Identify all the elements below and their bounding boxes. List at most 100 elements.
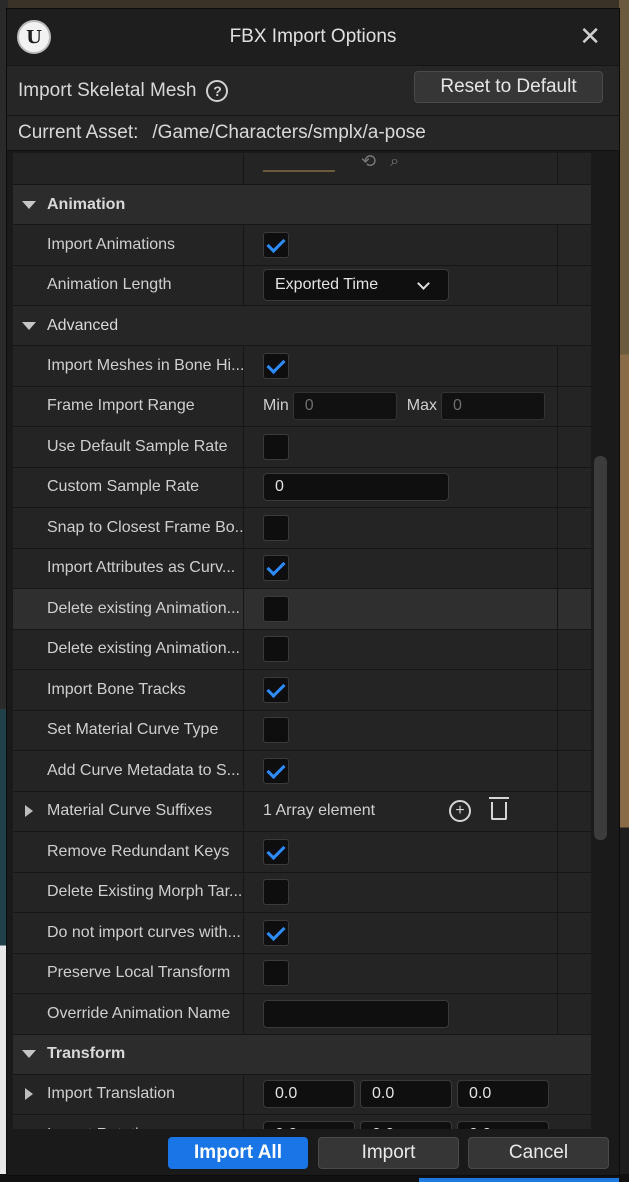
collapse-arrow-icon bbox=[22, 1050, 36, 1058]
unreal-logo-icon: U bbox=[17, 20, 51, 54]
help-icon[interactable]: ? bbox=[206, 79, 229, 102]
title-bar[interactable]: U FBX Import Options ✕ bbox=[7, 9, 619, 65]
delete-existing-morph-checkbox[interactable] bbox=[263, 879, 289, 906]
rotation-x-input[interactable]: 0.0 bbox=[263, 1120, 355, 1129]
override-animation-name-input[interactable] bbox=[263, 999, 449, 1028]
current-asset-path: /Game/Characters/smplx/a-pose bbox=[152, 122, 426, 143]
property-label: Import Animations bbox=[13, 225, 244, 265]
details-panel: ⟲ ⌕ Animation Import Animations Animatio… bbox=[13, 153, 591, 1129]
expand-arrow-icon[interactable] bbox=[25, 805, 33, 818]
reset-to-default-button[interactable]: Reset to Default bbox=[414, 71, 603, 103]
min-frame-input[interactable]: 0 bbox=[292, 392, 397, 421]
property-label: Remove Redundant Keys bbox=[13, 832, 244, 872]
row-custom-sample-rate: Custom Sample Rate 0 bbox=[13, 467, 591, 508]
dialog-footer: Import All Import Cancel bbox=[7, 1129, 619, 1175]
window-title: FBX Import Options bbox=[229, 26, 397, 47]
category-label: Advanced bbox=[47, 316, 119, 334]
row-do-not-import-curves: Do not import curves with... bbox=[13, 913, 591, 954]
row-import-meshes-bone-hierarchy: Import Meshes in Bone Hi... bbox=[13, 346, 591, 387]
property-label: Set Material Curve Type bbox=[13, 710, 244, 750]
property-label: Frame Import Range bbox=[13, 386, 244, 426]
rotation-y-input[interactable]: 0.0 bbox=[360, 1120, 452, 1129]
row-add-curve-metadata: Add Curve Metadata to S... bbox=[13, 751, 591, 792]
collapse-arrow-icon bbox=[22, 200, 36, 209]
property-label: Do not import curves with... bbox=[13, 913, 244, 953]
property-label: Preserve Local Transform bbox=[13, 953, 244, 993]
animation-length-dropdown[interactable]: Exported Time bbox=[263, 269, 449, 302]
row-delete-existing-morph: Delete Existing Morph Tar... bbox=[13, 872, 591, 913]
row-preserve-local-transform: Preserve Local Transform bbox=[13, 953, 591, 994]
row-frame-import-range: Frame Import Range Min 0 Max 0 bbox=[13, 386, 591, 427]
category-animation[interactable]: Animation bbox=[13, 185, 591, 225]
property-label: Import Translation bbox=[13, 1074, 244, 1114]
row-set-material-curve-type: Set Material Curve Type bbox=[13, 710, 591, 751]
row-delete-existing-animation-1: Delete existing Animation... bbox=[13, 589, 591, 630]
translation-z-input[interactable]: 0.0 bbox=[457, 1080, 549, 1109]
trash-icon[interactable] bbox=[489, 797, 510, 821]
browse-icon[interactable]: ⌕ bbox=[390, 153, 399, 171]
background-right bbox=[619, 0, 629, 1182]
taskbar-highlight bbox=[419, 1178, 619, 1182]
expand-arrow-icon[interactable] bbox=[25, 1088, 33, 1101]
row-import-translation: Import Translation 0.0 0.0 0.0 bbox=[13, 1074, 591, 1115]
do-not-import-curves-checkbox[interactable] bbox=[263, 919, 289, 946]
array-count: 1 Array element bbox=[263, 802, 376, 820]
cancel-button[interactable]: Cancel bbox=[468, 1137, 609, 1169]
property-label: Delete existing Animation... bbox=[13, 629, 244, 669]
reset-arrow-icon[interactable]: ⟲ bbox=[361, 153, 376, 172]
rotation-z-input[interactable]: 0.0 bbox=[457, 1120, 549, 1129]
translation-x-input[interactable]: 0.0 bbox=[263, 1080, 355, 1109]
property-label: Delete Existing Morph Tar... bbox=[13, 872, 244, 912]
row-import-attributes-curves: Import Attributes as Curv... bbox=[13, 548, 591, 589]
max-label: Max bbox=[406, 397, 438, 415]
property-label: Delete existing Animation... bbox=[13, 589, 244, 629]
remove-redundant-keys-checkbox[interactable] bbox=[263, 838, 289, 865]
row-snap-closest-frame: Snap to Closest Frame Bo... bbox=[13, 508, 591, 549]
import-button[interactable]: Import bbox=[318, 1137, 459, 1169]
property-label: Override Animation Name bbox=[13, 994, 244, 1034]
add-curve-metadata-checkbox[interactable] bbox=[263, 757, 289, 784]
translation-y-input[interactable]: 0.0 bbox=[360, 1080, 452, 1109]
row-override-animation-name: Override Animation Name bbox=[13, 994, 591, 1035]
use-default-sample-rate-checkbox[interactable] bbox=[263, 433, 289, 460]
dropdown-value: Exported Time bbox=[275, 276, 379, 294]
import-bone-tracks-checkbox[interactable] bbox=[263, 676, 289, 703]
chevron-down-icon bbox=[417, 277, 430, 291]
row-delete-existing-animation-2: Delete existing Animation... bbox=[13, 629, 591, 670]
current-asset-header: Current Asset: /Game/Characters/smplx/a-… bbox=[7, 115, 619, 151]
delete-existing-animation-checkbox[interactable] bbox=[263, 636, 289, 663]
close-icon[interactable]: ✕ bbox=[579, 23, 601, 49]
category-advanced[interactable]: Advanced bbox=[13, 306, 591, 346]
min-label: Min bbox=[263, 397, 289, 415]
property-label: Import Meshes in Bone Hi... bbox=[13, 346, 244, 386]
scrollbar[interactable] bbox=[594, 456, 607, 840]
category-label: Animation bbox=[47, 195, 126, 213]
category-label: Transform bbox=[47, 1045, 126, 1062]
property-label: Import Rotation bbox=[13, 1115, 244, 1129]
row-import-rotation: Import Rotation 0.0 0.0 0.0 bbox=[13, 1115, 591, 1129]
import-attributes-checkbox[interactable] bbox=[263, 555, 289, 582]
category-transform[interactable]: Transform bbox=[13, 1034, 591, 1075]
fbx-import-dialog: U FBX Import Options ✕ Import Skeletal M… bbox=[6, 8, 620, 1176]
import-all-button[interactable]: Import All bbox=[168, 1137, 308, 1169]
property-label: Import Attributes as Curv... bbox=[13, 548, 244, 588]
property-label: Material Curve Suffixes bbox=[13, 791, 244, 831]
partial-row: ⟲ ⌕ bbox=[13, 153, 591, 185]
import-animations-checkbox[interactable] bbox=[263, 231, 289, 258]
row-import-bone-tracks: Import Bone Tracks bbox=[13, 670, 591, 711]
property-label: Snap to Closest Frame Bo... bbox=[13, 508, 244, 548]
preserve-local-transform-checkbox[interactable] bbox=[263, 960, 289, 987]
import-meshes-checkbox[interactable] bbox=[263, 352, 289, 379]
thumbnail-preview bbox=[263, 154, 335, 172]
add-element-icon[interactable]: + bbox=[449, 800, 472, 823]
snap-closest-frame-checkbox[interactable] bbox=[263, 514, 289, 541]
custom-sample-rate-input[interactable]: 0 bbox=[263, 473, 449, 502]
set-material-curve-type-checkbox[interactable] bbox=[263, 717, 289, 744]
property-label: Use Default Sample Rate bbox=[13, 427, 244, 467]
max-frame-input[interactable]: 0 bbox=[441, 392, 546, 421]
property-label: Animation Length bbox=[13, 265, 244, 305]
property-label: Custom Sample Rate bbox=[13, 467, 244, 507]
delete-existing-animation-checkbox[interactable] bbox=[263, 595, 289, 622]
row-material-curve-suffixes: Material Curve Suffixes 1 Array element … bbox=[13, 791, 591, 832]
current-asset-label: Current Asset: bbox=[18, 122, 139, 143]
